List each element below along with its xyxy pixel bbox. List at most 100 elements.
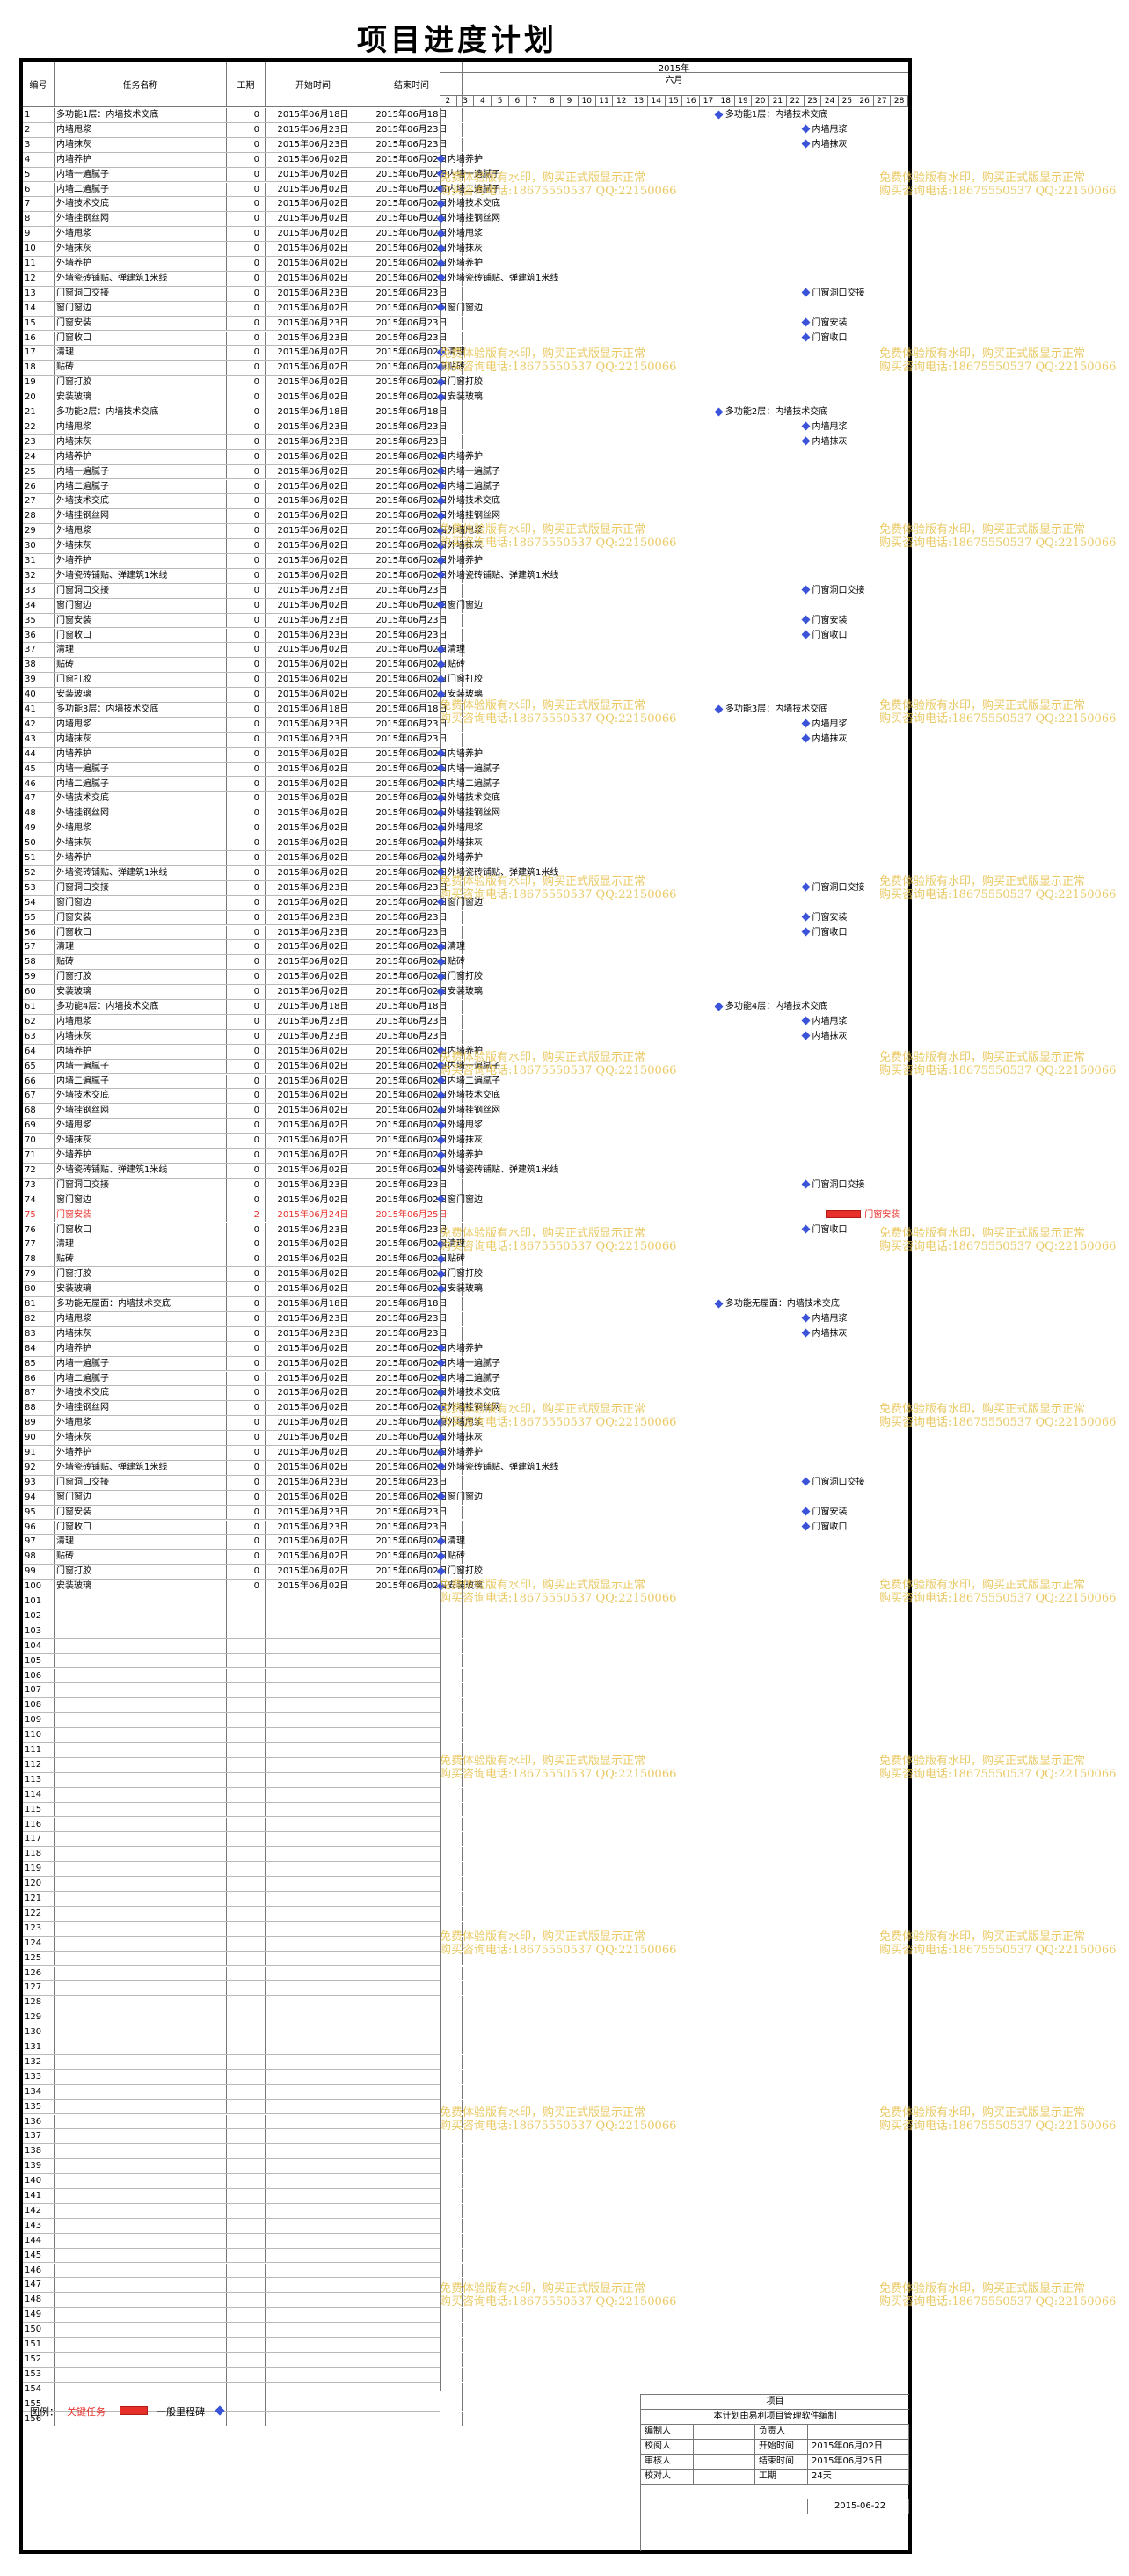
table-row[interactable]: 89 外墙甩浆 0 2015年06月02日 2015年06月02日 (23, 1416, 463, 1432)
table-row[interactable]: 94 窗门窗边 0 2015年06月02日 2015年06月02日 (23, 1490, 463, 1506)
table-row-empty[interactable]: 146 (23, 2263, 463, 2279)
table-row[interactable]: 42 内墙甩浆 0 2015年06月23日 2015年06月23日 (23, 717, 463, 733)
table-row[interactable]: 52 外墙瓷砖铺贴、弹建筑1米线 0 2015年06月02日 2015年06月02日 (23, 865, 463, 881)
table-row-empty[interactable]: 107 (23, 1683, 463, 1699)
table-row-empty[interactable]: 129 (23, 2010, 463, 2026)
table-row-empty[interactable]: 118 (23, 1847, 463, 1863)
table-row-empty[interactable]: 106 (23, 1668, 463, 1684)
table-row-empty[interactable]: 119 (23, 1862, 463, 1878)
table-row[interactable]: 49 外墙甩浆 0 2015年06月02日 2015年06月02日 (23, 821, 463, 837)
table-row[interactable]: 36 门窗收口 0 2015年06月23日 2015年06月23日 (23, 628, 463, 644)
table-row[interactable]: 48 外墙挂钢丝网 0 2015年06月02日 2015年06月02日 (23, 806, 463, 822)
table-row[interactable]: 21 多功能2层：内墙技术交底 0 2015年06月18日 2015年06月18日 (23, 405, 463, 420)
table-row[interactable]: 17 清理 0 2015年06月02日 2015年06月02日 (23, 346, 463, 361)
table-row-empty[interactable]: 133 (23, 2069, 463, 2085)
table-row[interactable]: 54 窗门窗边 0 2015年06月02日 2015年06月02日 (23, 895, 463, 911)
table-row[interactable]: 87 外墙技术交底 0 2015年06月02日 2015年06月02日 (23, 1386, 463, 1402)
table-row[interactable]: 80 安装玻璃 0 2015年06月02日 2015年06月02日 (23, 1282, 463, 1297)
table-row-empty[interactable]: 109 (23, 1713, 463, 1729)
table-row[interactable]: 45 内墙一遍腻子 0 2015年06月02日 2015年06月02日 (23, 762, 463, 777)
table-row[interactable]: 99 门窗打胶 0 2015年06月02日 2015年06月02日 (23, 1565, 463, 1580)
table-row[interactable]: 8 外墙挂钢丝网 0 2015年06月02日 2015年06月02日 (23, 212, 463, 228)
table-row[interactable]: 23 内墙抹灰 0 2015年06月23日 2015年06月23日 (23, 434, 463, 450)
table-row[interactable]: 90 外墙抹灰 0 2015年06月02日 2015年06月02日 (23, 1431, 463, 1446)
table-row-empty[interactable]: 112 (23, 1757, 463, 1773)
table-row[interactable]: 13 门窗洞口交接 0 2015年06月23日 2015年06月23日 (23, 286, 463, 302)
table-row-empty[interactable]: 115 (23, 1802, 463, 1818)
table-row-empty[interactable]: 145 (23, 2248, 463, 2264)
table-row[interactable]: 15 门窗安装 0 2015年06月23日 2015年06月23日 (23, 316, 463, 332)
table-row-empty[interactable]: 127 (23, 1981, 463, 1996)
table-row-empty[interactable]: 135 (23, 2099, 463, 2115)
table-row[interactable]: 28 外墙挂钢丝网 0 2015年06月02日 2015年06月02日 (23, 509, 463, 525)
table-row[interactable]: 91 外墙养护 0 2015年06月02日 2015年06月02日 (23, 1446, 463, 1461)
table-row[interactable]: 40 安装玻璃 0 2015年06月02日 2015年06月02日 (23, 688, 463, 703)
table-row[interactable]: 97 清理 0 2015年06月02日 2015年06月02日 (23, 1535, 463, 1551)
table-row[interactable]: 76 门窗收口 0 2015年06月23日 2015年06月23日 (23, 1222, 463, 1238)
table-row-empty[interactable]: 134 (23, 2084, 463, 2100)
table-row-empty[interactable]: 108 (23, 1698, 463, 1714)
table-row-empty[interactable]: 151 (23, 2338, 463, 2353)
table-row[interactable]: 37 清理 0 2015年06月02日 2015年06月02日 (23, 643, 463, 659)
table-row[interactable]: 86 内墙二遍腻子 0 2015年06月02日 2015年06月02日 (23, 1371, 463, 1387)
table-row[interactable]: 96 门窗收口 0 2015年06月23日 2015年06月23日 (23, 1520, 463, 1536)
table-row-empty[interactable]: 132 (23, 2054, 463, 2070)
table-row[interactable]: 16 门窗收口 0 2015年06月23日 2015年06月23日 (23, 331, 463, 347)
table-row[interactable]: 81 多功能无屋面：内墙技术交底 0 2015年06月18日 2015年06月18日 (23, 1297, 463, 1312)
table-row[interactable]: 69 外墙甩浆 0 2015年06月02日 2015年06月02日 (23, 1119, 463, 1135)
table-row[interactable]: 78 贴砖 0 2015年06月02日 2015年06月02日 (23, 1252, 463, 1268)
table-row[interactable]: 72 外墙瓷砖铺贴、弹建筑1米线 0 2015年06月02日 2015年06月02日 (23, 1163, 463, 1179)
table-row-empty[interactable]: 126 (23, 1966, 463, 1981)
table-row-empty[interactable]: 110 (23, 1728, 463, 1743)
table-row[interactable]: 24 内墙养护 0 2015年06月02日 2015年06月02日 (23, 449, 463, 465)
table-row-empty[interactable]: 124 (23, 1936, 463, 1952)
table-row[interactable]: 79 门窗打胶 0 2015年06月02日 2015年06月02日 (23, 1267, 463, 1283)
table-row[interactable]: 2 内墙甩浆 0 2015年06月23日 2015年06月23日 (23, 122, 463, 138)
table-row[interactable]: 34 窗门窗边 0 2015年06月02日 2015年06月02日 (23, 598, 463, 614)
table-row[interactable]: 98 贴砖 0 2015年06月02日 2015年06月02日 (23, 1550, 463, 1565)
table-row[interactable]: 66 内墙二遍腻子 0 2015年06月02日 2015年06月02日 (23, 1074, 463, 1090)
table-row-empty[interactable]: 149 (23, 2308, 463, 2324)
table-row[interactable]: 84 内墙养护 0 2015年06月02日 2015年06月02日 (23, 1341, 463, 1357)
table-row-empty[interactable]: 116 (23, 1817, 463, 1833)
table-row[interactable]: 4 内墙养护 0 2015年06月02日 2015年06月02日 (23, 152, 463, 168)
table-row[interactable]: 1 多功能1层：内墙技术交底 0 2015年06月18日 2015年06月18日 (23, 108, 463, 123)
table-row-empty[interactable]: 131 (23, 2040, 463, 2055)
table-row[interactable]: 73 门窗洞口交接 0 2015年06月23日 2015年06月23日 (23, 1178, 463, 1193)
table-row[interactable]: 64 内墙养护 0 2015年06月02日 2015年06月02日 (23, 1044, 463, 1060)
table-row[interactable]: 57 清理 0 2015年06月02日 2015年06月02日 (23, 940, 463, 956)
table-row-empty[interactable]: 147 (23, 2278, 463, 2294)
table-row[interactable]: 83 内墙抹灰 0 2015年06月23日 2015年06月23日 (23, 1326, 463, 1342)
table-row-empty[interactable]: 120 (23, 1877, 463, 1892)
table-row[interactable]: 70 外墙抹灰 0 2015年06月02日 2015年06月02日 (23, 1134, 463, 1149)
table-row-empty[interactable]: 136 (23, 2114, 463, 2130)
table-row[interactable]: 62 内墙甩浆 0 2015年06月23日 2015年06月23日 (23, 1014, 463, 1030)
table-row[interactable]: 51 外墙养护 0 2015年06月02日 2015年06月02日 (23, 851, 463, 866)
table-row-empty[interactable]: 117 (23, 1832, 463, 1848)
table-row-empty[interactable]: 111 (23, 1743, 463, 1758)
table-row-empty[interactable]: 101 (23, 1594, 463, 1609)
table-row-empty[interactable]: 139 (23, 2159, 463, 2175)
table-row-empty[interactable]: 142 (23, 2203, 463, 2219)
table-row[interactable]: 20 安装玻璃 0 2015年06月02日 2015年06月02日 (23, 390, 463, 405)
table-row[interactable]: 26 内墙二遍腻子 0 2015年06月02日 2015年06月02日 (23, 479, 463, 495)
table-row[interactable]: 22 内墙甩浆 0 2015年06月23日 2015年06月23日 (23, 420, 463, 435)
table-row-empty[interactable]: 140 (23, 2174, 463, 2189)
table-row[interactable]: 44 内墙养护 0 2015年06月02日 2015年06月02日 (23, 747, 463, 763)
table-row[interactable]: 82 内墙甩浆 0 2015年06月23日 2015年06月23日 (23, 1311, 463, 1327)
table-row[interactable]: 46 内墙二遍腻子 0 2015年06月02日 2015年06月02日 (23, 777, 463, 792)
table-row-empty[interactable]: 144 (23, 2233, 463, 2249)
table-row[interactable]: 43 内墙抹灰 0 2015年06月23日 2015年06月23日 (23, 732, 463, 748)
table-row[interactable]: 58 贴砖 0 2015年06月02日 2015年06月02日 (23, 955, 463, 971)
table-row[interactable]: 55 门窗安装 0 2015年06月23日 2015年06月23日 (23, 910, 463, 926)
table-row[interactable]: 61 多功能4层：内墙技术交底 0 2015年06月18日 2015年06月18日 (23, 1000, 463, 1015)
table-row[interactable]: 47 外墙技术交底 0 2015年06月02日 2015年06月02日 (23, 792, 463, 807)
table-row[interactable]: 27 外墙技术交底 0 2015年06月02日 2015年06月02日 (23, 494, 463, 510)
table-row[interactable]: 88 外墙挂钢丝网 0 2015年06月02日 2015年06月02日 (23, 1401, 463, 1417)
table-row[interactable]: 9 外墙甩浆 0 2015年06月02日 2015年06月02日 (23, 227, 463, 243)
table-row-empty[interactable]: 143 (23, 2218, 463, 2234)
table-row[interactable]: 93 门窗洞口交接 0 2015年06月23日 2015年06月23日 (23, 1475, 463, 1491)
table-row[interactable]: 41 多功能3层：内墙技术交底 0 2015年06月18日 2015年06月18日 (23, 703, 463, 718)
table-row[interactable]: 10 外墙抹灰 0 2015年06月02日 2015年06月02日 (23, 242, 463, 257)
table-row[interactable]: 38 贴砖 0 2015年06月02日 2015年06月02日 (23, 658, 463, 674)
